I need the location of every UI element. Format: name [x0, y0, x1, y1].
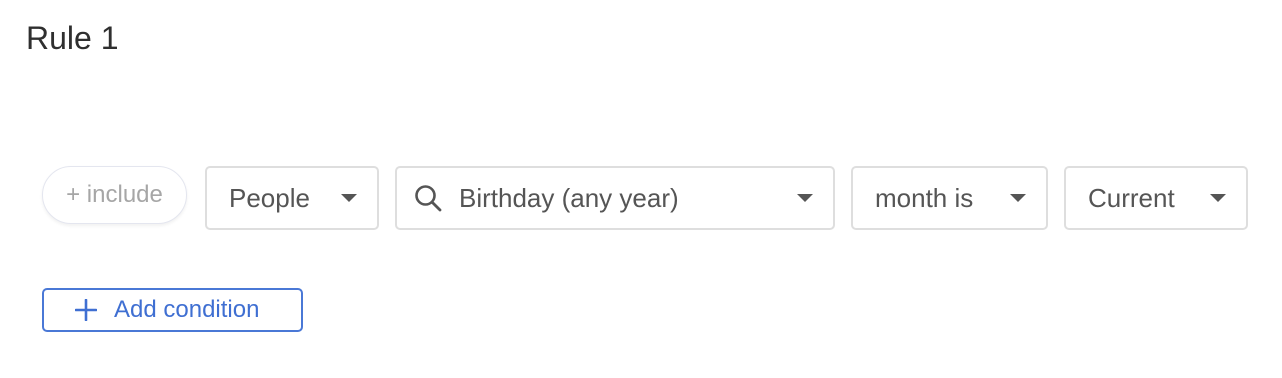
- entity-select-value: People: [229, 182, 310, 213]
- chevron-down-icon: [341, 194, 357, 202]
- field-select-value: Birthday (any year): [459, 182, 679, 213]
- operator-select[interactable]: month is: [851, 166, 1048, 230]
- add-condition-button[interactable]: Add condition: [42, 288, 303, 332]
- plus-icon: [74, 298, 98, 322]
- chevron-down-icon: [797, 194, 813, 202]
- chevron-down-icon: [1210, 194, 1226, 202]
- entity-select[interactable]: People: [205, 166, 379, 230]
- field-select[interactable]: Birthday (any year): [395, 166, 835, 230]
- rule-title: Rule 1: [26, 20, 119, 56]
- chevron-down-icon: [1010, 194, 1026, 202]
- include-toggle[interactable]: + include: [42, 166, 187, 224]
- search-icon: [413, 183, 443, 213]
- add-condition-label: Add condition: [114, 296, 260, 323]
- value-select-value: Current: [1088, 182, 1175, 213]
- condition-row: + include People Birthday (any year) mon…: [0, 166, 1282, 230]
- value-select[interactable]: Current: [1064, 166, 1248, 230]
- operator-select-value: month is: [875, 182, 974, 213]
